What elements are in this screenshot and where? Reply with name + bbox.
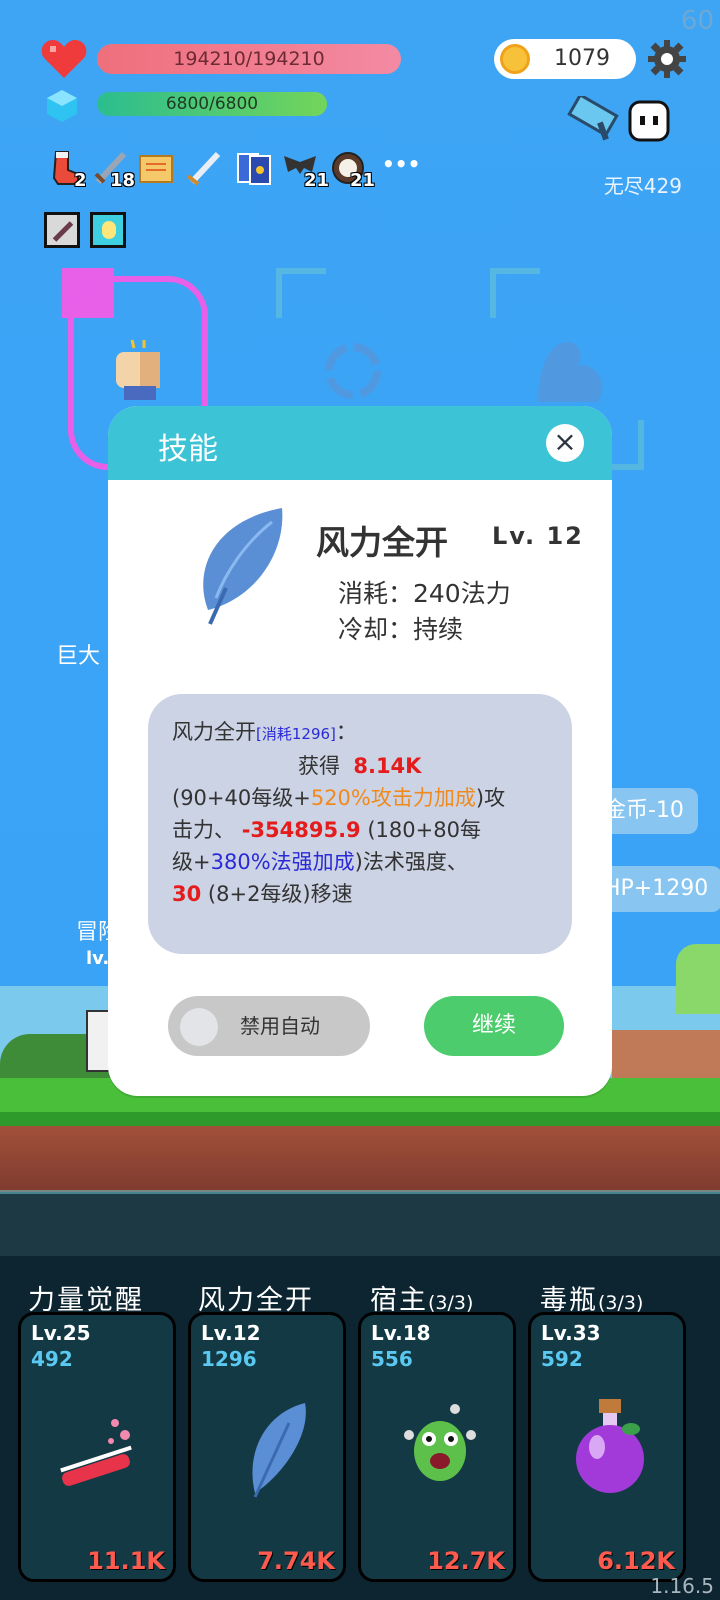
heart-icon	[41, 40, 87, 78]
skill-cooldown: 冷却：持续	[338, 615, 464, 644]
item-bar: 2 18 21 21 •••	[48, 150, 428, 200]
item-count: 21	[304, 170, 330, 191]
lightbulb-buff-icon[interactable]	[90, 212, 126, 248]
version-label: 1.16.5	[650, 1574, 714, 1598]
skill-name: 风力全开	[316, 523, 448, 562]
game-screen: 60 194210/194210 6800/6800 1079 无尽429 2 …	[0, 0, 720, 1600]
item-count: 18	[110, 170, 136, 191]
skill-level: Lv. 12	[492, 522, 584, 550]
hp-bar: 194210/194210	[97, 44, 401, 74]
frame-corner	[276, 268, 326, 318]
skill-card-cost: 592	[541, 1347, 583, 1371]
skill-card-level: Lv.25	[31, 1321, 91, 1345]
item-count: 21	[350, 170, 376, 191]
toggle-knob	[180, 1008, 218, 1046]
scroll-icon[interactable]	[138, 150, 174, 186]
ground-grass-edge	[0, 1112, 720, 1126]
bg-label: 巨大	[56, 644, 101, 669]
skill-description: 风力全开[消耗1296]： 获得 8.14K (90+40每级+520%攻击力加…	[148, 694, 572, 954]
coin-icon	[500, 44, 530, 74]
skill-dialog: 技能 × 风力全开 Lv. 12 消耗：240法力 冷却：持续 风力全开[消耗1…	[108, 406, 612, 1096]
cards-icon[interactable]	[236, 150, 272, 186]
skill-card-poison[interactable]: Lv.33 592 6.12K	[528, 1312, 686, 1582]
hero-level: lv.	[86, 948, 110, 969]
skill-card-cost: 1296	[201, 1347, 257, 1371]
skill-card-cost: 556	[371, 1347, 413, 1371]
tree	[676, 944, 720, 1014]
item-count: 2	[74, 170, 87, 191]
dialog-title: 技能	[158, 432, 218, 467]
monster-icon	[404, 1404, 476, 1481]
poison-bottle-icon	[576, 1399, 644, 1493]
skill-card-cost: 492	[31, 1347, 73, 1371]
skill-card-power-awaken[interactable]: Lv.25 492 11.1K	[18, 1312, 176, 1582]
skill-card-full-wind[interactable]: Lv.12 1296 7.74K	[188, 1312, 346, 1582]
auto-disable-toggle[interactable]: 禁用自动	[168, 996, 370, 1056]
mp-bar: 6800/6800	[97, 92, 327, 116]
continue-button[interactable]: 继续	[424, 996, 564, 1056]
skill-card-damage: 11.1K	[87, 1547, 165, 1575]
skill-card-level: Lv.12	[201, 1321, 261, 1345]
more-items-button[interactable]: •••	[382, 152, 420, 176]
gear-icon[interactable]	[648, 40, 686, 78]
toggle-label: 禁用自动	[240, 1014, 320, 1038]
potion-tube-icon	[60, 1419, 132, 1486]
crystal-icon	[47, 90, 77, 122]
refresh-icon	[325, 343, 381, 399]
feather-icon	[203, 508, 283, 625]
silver-sword-icon[interactable]	[186, 150, 222, 186]
endless-stage-label: 无尽429	[603, 174, 682, 198]
close-button[interactable]: ×	[546, 424, 584, 462]
muscle-icon	[538, 342, 603, 402]
skill-card-level: Lv.18	[371, 1321, 431, 1345]
feather-icon	[252, 1403, 306, 1498]
skill-cost: 消耗：240法力	[338, 579, 511, 608]
fence	[612, 1030, 720, 1080]
blade-buff-icon[interactable]	[44, 212, 80, 248]
skill-card-damage: 12.7K	[427, 1547, 505, 1575]
skill-card-damage: 7.74K	[257, 1547, 335, 1575]
skill-card-level: Lv.33	[541, 1321, 601, 1345]
coin-amount: 1079	[554, 46, 610, 71]
ghost-icon[interactable]	[626, 98, 672, 144]
skill-card-host[interactable]: Lv.18 556 12.7K	[358, 1312, 516, 1582]
water-line	[0, 1190, 720, 1194]
fps-counter: 60	[680, 6, 714, 36]
frame-corner	[490, 268, 540, 318]
fist-icon	[116, 339, 160, 400]
skill-card-damage: 6.12K	[597, 1547, 675, 1575]
map-flag-icon[interactable]	[566, 96, 626, 142]
ground-dirt	[0, 1126, 720, 1196]
